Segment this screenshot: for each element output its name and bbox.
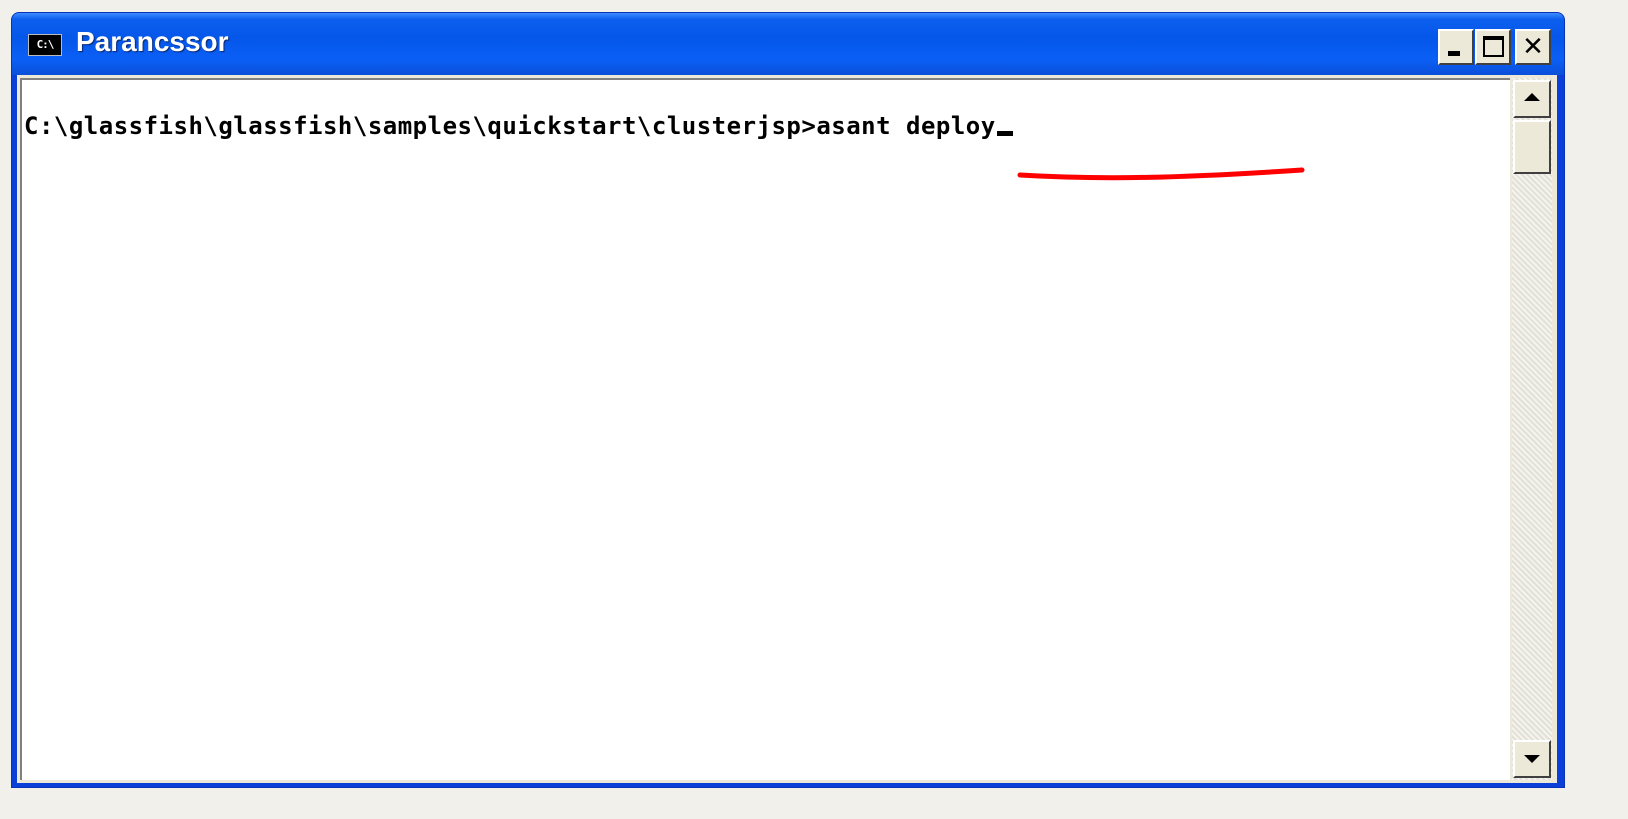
console-client-area: C:\glassfish\glassfish\samples\quickstar… xyxy=(17,75,1557,783)
title-bar[interactable]: C:\ Parancssor ✕ xyxy=(12,13,1564,75)
scroll-thumb[interactable] xyxy=(1513,120,1551,174)
maximize-icon xyxy=(1483,36,1504,57)
minimize-button[interactable] xyxy=(1438,29,1474,65)
arrow-down-icon xyxy=(1524,755,1540,763)
vertical-scrollbar[interactable] xyxy=(1512,78,1552,780)
cmd-icon[interactable]: C:\ xyxy=(28,34,62,56)
console-output[interactable]: C:\glassfish\glassfish\samples\quickstar… xyxy=(20,78,1510,780)
window-title: Parancssor xyxy=(76,26,229,57)
underline-stroke xyxy=(1017,167,1305,181)
close-icon: ✕ xyxy=(1522,32,1544,62)
text-cursor xyxy=(996,131,1013,136)
arrow-up-icon xyxy=(1524,93,1540,101)
scroll-down-button[interactable] xyxy=(1513,740,1551,778)
close-button[interactable]: ✕ xyxy=(1515,29,1551,65)
command-text: asant deploy xyxy=(816,112,996,140)
command-line: C:\glassfish\glassfish\samples\quickstar… xyxy=(24,110,1013,142)
maximize-button[interactable] xyxy=(1475,29,1511,65)
console-window: C:\ Parancssor ✕ C:\glassfish\glassfish\… xyxy=(11,12,1565,788)
minimize-icon xyxy=(1448,51,1460,56)
prompt-text: C:\glassfish\glassfish\samples\quickstar… xyxy=(24,112,817,140)
scroll-up-button[interactable] xyxy=(1513,80,1551,118)
